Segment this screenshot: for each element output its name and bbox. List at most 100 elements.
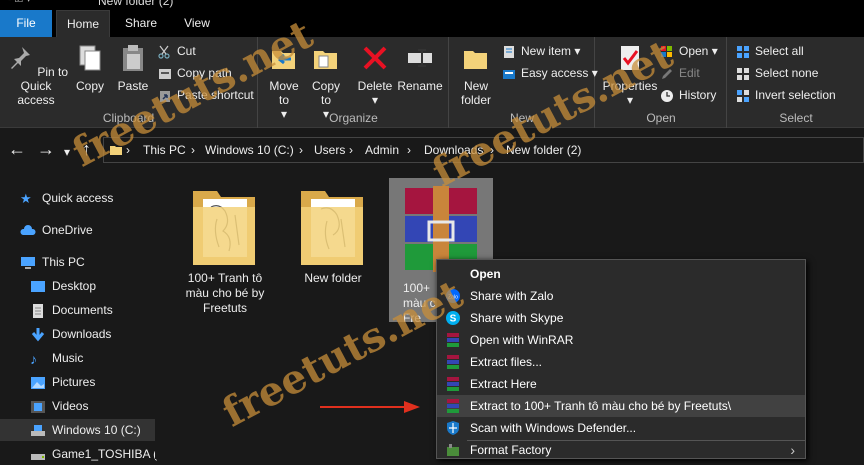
breadcrumb-windows-10[interactable]: Windows 10 (C:) xyxy=(205,143,294,157)
sidebar-item-game1-toshiba[interactable]: Game1_TOSHIBA (D xyxy=(30,443,166,465)
recent-locations-chevron-icon[interactable]: ▾ xyxy=(64,143,70,161)
edit-label: Edit xyxy=(679,66,700,80)
tab-file[interactable]: File xyxy=(0,10,52,37)
select-all-label: Select all xyxy=(755,44,804,58)
copy-to-label: Copy to xyxy=(311,79,340,107)
sidebar-item-quick-access[interactable]: ★ Quick access xyxy=(20,187,113,209)
folder-thumbnail-icon xyxy=(193,191,255,265)
document-icon xyxy=(33,303,43,318)
new-item-button[interactable]: New item ▾ xyxy=(502,41,580,61)
cut-button[interactable]: Cut xyxy=(158,41,196,61)
cut-label: Cut xyxy=(177,44,196,58)
clipboard-icon xyxy=(123,45,143,71)
back-arrow-icon[interactable]: ← xyxy=(8,140,26,158)
sidebar-item-label: Desktop xyxy=(52,279,97,293)
sidebar-item-label: OneDrive xyxy=(42,223,93,237)
download-arrow-icon xyxy=(31,327,45,342)
paste-button[interactable]: Paste xyxy=(114,43,152,93)
breadcrumb-separator-icon: › xyxy=(299,143,303,157)
window-title: New folder (2) xyxy=(98,0,174,8)
new-item-label: New item xyxy=(521,44,572,58)
sidebar-item-windows-10-drive[interactable]: Windows 10 (C:) xyxy=(0,419,155,441)
drive-icon xyxy=(31,424,45,436)
menu-item-open[interactable]: Open xyxy=(437,263,805,285)
new-folder-button[interactable]: New folder xyxy=(456,43,496,107)
winrar-icon xyxy=(447,355,459,369)
new-folder-icon xyxy=(464,51,487,69)
folder-item-tranh-to-mau[interactable]: 100+ Tranh tô màu cho bé by Freetuts xyxy=(173,185,277,316)
pin-icon xyxy=(10,47,30,69)
history-label: History xyxy=(679,88,717,102)
new-folder-label-l1: New folder xyxy=(460,79,492,107)
menu-item-extract-here[interactable]: Extract Here xyxy=(437,373,805,395)
history-icon xyxy=(661,89,673,102)
title-bar: ▪ ☑ ▾ New folder (2) xyxy=(0,0,864,10)
sidebar-item-pictures[interactable]: Pictures xyxy=(30,371,95,393)
open-group-label: Open xyxy=(646,111,676,125)
invert-selection-label: Invert selection xyxy=(755,88,836,102)
breadcrumb-users[interactable]: Users xyxy=(314,143,345,157)
menu-item-extract-files[interactable]: Extract files... xyxy=(437,351,805,373)
paste-label: Paste xyxy=(117,79,149,93)
forward-arrow-icon[interactable]: → xyxy=(37,140,55,158)
delete-label: Delete xyxy=(357,79,393,93)
tab-home[interactable]: Home xyxy=(56,10,110,37)
sidebar-item-desktop[interactable]: Desktop xyxy=(30,275,96,297)
menu-item-extract-to-folder[interactable]: Extract to 100+ Tranh tô màu cho bé by F… xyxy=(437,395,805,417)
folder-item-new-folder[interactable]: New folder xyxy=(281,185,385,286)
menu-item-share-skype[interactable]: S Share with Skype xyxy=(437,307,805,329)
select-none-button[interactable]: Select none xyxy=(736,63,818,83)
sidebar-item-this-pc[interactable]: This PC xyxy=(20,251,85,273)
cloud-icon xyxy=(20,224,36,235)
video-icon xyxy=(31,400,45,413)
copy-label: Copy xyxy=(75,79,104,93)
open-label: Open xyxy=(679,44,709,58)
pin-quick-access-button[interactable]: Pin to Quick access xyxy=(2,43,70,107)
breadcrumb-admin[interactable]: Admin xyxy=(365,143,399,157)
select-none-label: Select none xyxy=(755,66,819,80)
navigation-pane: ★ Quick access OneDrive This PC Desktop D… xyxy=(0,171,166,461)
menu-item-share-zalo[interactable]: Zalo Share with Zalo xyxy=(437,285,805,307)
tab-share[interactable]: Share xyxy=(115,10,167,37)
move-to-label: Move to xyxy=(269,79,299,107)
copy-button[interactable]: Copy xyxy=(72,43,108,93)
winrar-icon xyxy=(447,399,459,413)
sidebar-item-label: Videos xyxy=(52,399,89,413)
rename-icon xyxy=(408,49,432,67)
history-button[interactable]: History xyxy=(660,85,716,105)
sidebar-item-label: Quick access xyxy=(42,191,114,205)
sidebar-item-label: Music xyxy=(52,351,84,365)
desktop-icon xyxy=(31,280,45,292)
easy-access-icon xyxy=(503,69,515,79)
sidebar-item-label: Downloads xyxy=(52,327,112,341)
shield-icon xyxy=(447,421,459,435)
sidebar-item-documents[interactable]: Documents xyxy=(30,299,113,321)
scissors-icon xyxy=(158,45,170,59)
breadcrumb-separator-icon: › xyxy=(407,143,411,157)
chevron-down-icon: ▾ xyxy=(711,44,718,58)
select-group-label: Select xyxy=(779,111,813,125)
invert-selection-button[interactable]: Invert selection xyxy=(736,85,836,105)
rename-button[interactable]: Rename xyxy=(397,43,443,93)
tab-view[interactable]: View xyxy=(172,10,222,37)
file-name-label: 100+ Tranh tô màu cho bé by Freetuts xyxy=(185,271,265,315)
menu-item-scan-defender[interactable]: Scan with Windows Defender... xyxy=(437,417,805,439)
breadcrumb-this-pc[interactable]: This PC xyxy=(143,143,186,157)
select-all-button[interactable]: Select all xyxy=(736,41,804,61)
sidebar-item-onedrive[interactable]: OneDrive xyxy=(20,219,93,241)
sidebar-item-music[interactable]: ♪ Music xyxy=(30,347,83,369)
menu-item-format-factory[interactable]: Format Factory › xyxy=(437,439,805,461)
menu-item-open-winrar[interactable]: Open with WinRAR xyxy=(437,329,805,351)
sidebar-item-label: Windows 10 (C:) xyxy=(52,423,141,437)
select-group: Select all Select none Invert selection … xyxy=(728,37,864,128)
sidebar-item-label: Documents xyxy=(52,303,113,317)
sidebar-item-downloads[interactable]: Downloads xyxy=(30,323,111,345)
red-arrow-pointer xyxy=(320,401,420,413)
format-factory-icon xyxy=(447,444,459,456)
delete-x-icon xyxy=(363,46,387,70)
winrar-icon xyxy=(447,333,459,347)
quick-access-toolbar[interactable]: ▪ ☑ ▾ xyxy=(8,0,31,5)
delete-button[interactable]: Delete ▾ xyxy=(355,43,395,107)
sidebar-item-label: This PC xyxy=(42,255,85,269)
sidebar-item-videos[interactable]: Videos xyxy=(30,395,88,417)
